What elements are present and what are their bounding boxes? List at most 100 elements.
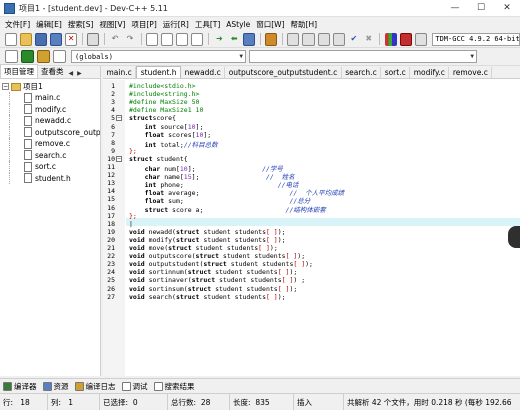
rebuild-all-icon[interactable]: [332, 32, 345, 46]
tab-resources[interactable]: 资源: [42, 381, 69, 392]
find-next-icon[interactable]: [176, 32, 189, 46]
file-name: remove.c: [35, 139, 70, 149]
compile-icon[interactable]: [287, 32, 300, 46]
folder-icon: [11, 82, 21, 91]
replace-icon[interactable]: [161, 32, 174, 46]
line-number: 12: [107, 171, 115, 180]
project-node[interactable]: − 项目1: [0, 81, 100, 92]
status-row: 行: 18: [0, 393, 48, 410]
status-row-value: 18: [20, 397, 30, 407]
run-icon[interactable]: [302, 32, 315, 46]
edge-scroll-handle[interactable]: [508, 226, 520, 248]
goto-bookmark-icon[interactable]: [36, 50, 50, 63]
globals-combo[interactable]: (globals) ▼: [71, 50, 246, 63]
insert-icon[interactable]: [4, 50, 18, 63]
tab-class-view[interactable]: 查看类: [38, 65, 67, 78]
compiler-select[interactable]: TDM-GCC 4.9.2 64-bit: [432, 32, 520, 46]
separator: [259, 33, 261, 45]
menu-project[interactable]: 项目[P]: [128, 19, 159, 30]
menu-edit[interactable]: 编辑[E]: [33, 19, 65, 30]
class-browser-icon[interactable]: [265, 32, 278, 46]
open-folder-icon[interactable]: [19, 32, 32, 46]
tab-sort-c[interactable]: sort.c: [381, 67, 411, 78]
menu-help[interactable]: 帮助[H]: [288, 19, 321, 30]
status-parse-info: 共解析 42 个文件，用时 0.218 秒 (每秒 192.66: [347, 397, 512, 407]
project-tree: − 项目1 main.c modify.c newadd.c outputsco…: [0, 79, 100, 184]
title-bar: 项目1 - [student.dev] - Dev-C++ 5.11 — ☐ ✕: [0, 0, 520, 17]
code-line: float scores[10];: [144, 130, 212, 139]
menu-window[interactable]: 窗口[W]: [253, 19, 287, 30]
code-line: void sortinaver(struct student students[…: [129, 276, 306, 285]
indent-icon[interactable]: [52, 50, 66, 63]
file-icon: [24, 150, 32, 161]
chevron-down-icon: ▼: [239, 53, 243, 60]
scroll-right-icon[interactable]: ▶: [75, 69, 84, 78]
line-number: 25: [107, 276, 115, 285]
menu-search[interactable]: 搜索[S]: [65, 19, 97, 30]
tree-file[interactable]: student.h: [0, 172, 100, 185]
tab-project-manager[interactable]: 项目管理: [0, 64, 38, 78]
tree-file[interactable]: remove.c: [0, 138, 100, 150]
resources-icon: [42, 381, 52, 391]
tree-file[interactable]: main.c: [0, 92, 100, 104]
tree-file[interactable]: outputscore_output: [0, 126, 100, 139]
tab-search-c[interactable]: search.c: [342, 67, 382, 78]
close-button[interactable]: ✕: [494, 0, 520, 17]
tree-file[interactable]: sort.c: [0, 161, 100, 173]
tab-compile-log[interactable]: 编译日志: [74, 381, 116, 392]
tab-compiler[interactable]: 编译器: [3, 381, 37, 392]
code-line: void search(struct student students[ ]);: [129, 292, 286, 301]
menu-tools[interactable]: 工具[T]: [192, 19, 223, 30]
tab-remove-c[interactable]: remove.c: [449, 67, 493, 78]
profile-chart-icon[interactable]: [384, 32, 397, 46]
new-file-icon[interactable]: [4, 32, 17, 46]
tree-file[interactable]: newadd.c: [0, 115, 100, 127]
compiler-options-icon[interactable]: [414, 32, 427, 46]
stop-execution-icon[interactable]: ✖: [363, 33, 375, 46]
syntax-check-icon[interactable]: ✔: [348, 33, 360, 46]
compile-run-icon[interactable]: [317, 32, 330, 46]
window-title: 项目1 - [student.dev] - Dev-C++ 5.11: [19, 3, 168, 13]
tab-main-c[interactable]: main.c: [103, 67, 137, 78]
code-line: #include<string.h>: [129, 90, 200, 99]
tab-modify-c[interactable]: modify.c: [410, 67, 450, 78]
tab-newadd-c[interactable]: newadd.c: [181, 67, 226, 78]
menu-run[interactable]: 运行[R]: [160, 19, 192, 30]
tab-student-h[interactable]: student.h: [136, 66, 182, 78]
menu-astyle[interactable]: AStyle: [223, 20, 253, 29]
menu-view[interactable]: 视图[V]: [96, 19, 128, 30]
toggle-bookmark-icon[interactable]: [20, 50, 34, 63]
status-len-value: 835: [255, 397, 270, 407]
members-combo[interactable]: ▼: [249, 50, 477, 63]
debug-icon[interactable]: [399, 32, 412, 46]
project-options-icon[interactable]: [243, 32, 256, 46]
tree-file[interactable]: modify.c: [0, 103, 100, 116]
close-file-icon[interactable]: ✕: [65, 32, 78, 46]
tab-debug[interactable]: 调试: [121, 381, 148, 392]
collapse-icon[interactable]: −: [2, 83, 9, 90]
tree-file[interactable]: search.c: [0, 149, 100, 162]
tab-search-results[interactable]: 搜索结果: [153, 381, 195, 392]
find-icon[interactable]: [145, 32, 159, 46]
chevron-down-icon: ▼: [470, 53, 474, 60]
fold-toggle-icon[interactable]: −: [116, 155, 122, 162]
scroll-left-icon[interactable]: ◀: [67, 69, 76, 78]
code-line: int total;//科目总数: [144, 140, 218, 149]
line-number: 7: [111, 130, 115, 139]
save-all-icon[interactable]: [49, 32, 62, 46]
save-icon[interactable]: [34, 32, 47, 46]
remove-from-project-icon[interactable]: ⬅: [228, 33, 240, 46]
code-line: };: [129, 211, 137, 220]
print-icon[interactable]: [87, 32, 100, 46]
redo-icon[interactable]: ↷: [124, 33, 136, 46]
code-line: struct score a; //结构体嵌套: [144, 205, 326, 214]
add-to-project-icon[interactable]: ➜: [213, 33, 225, 46]
minimize-button[interactable]: —: [442, 0, 468, 17]
code-editor[interactable]: main.c student.h newadd.c outputscore_ou…: [103, 66, 520, 376]
tab-outputscore-c[interactable]: outputscore_outputstudent.c: [225, 67, 342, 78]
menu-file[interactable]: 文件[F]: [2, 19, 33, 30]
maximize-button[interactable]: ☐: [468, 0, 494, 17]
goto-line-icon[interactable]: [191, 32, 204, 46]
fold-toggle-icon[interactable]: −: [116, 115, 122, 122]
undo-icon[interactable]: ↶: [109, 33, 121, 46]
